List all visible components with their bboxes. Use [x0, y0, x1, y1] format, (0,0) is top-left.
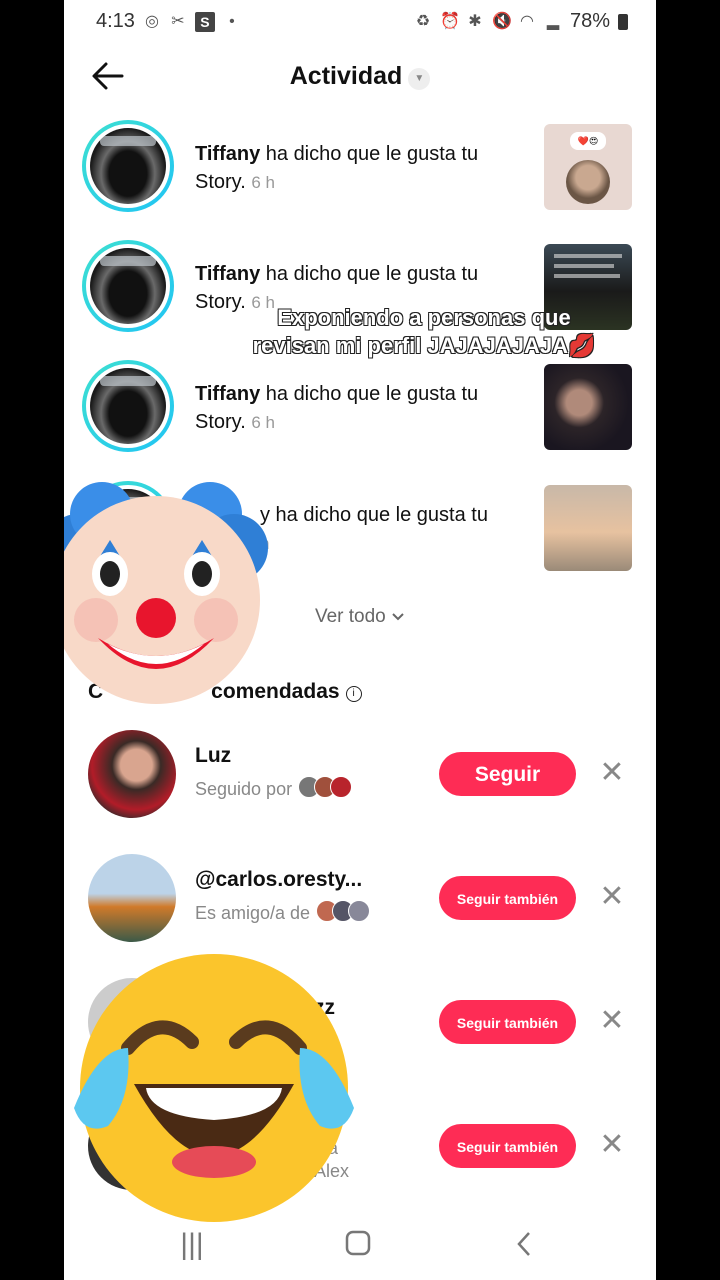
mute-icon: 🔇 [491, 12, 512, 30]
recent-apps-icon[interactable]: ||| [172, 1230, 212, 1260]
activity-text: Tiffany ha dicho que le gusta tu Story. … [195, 383, 479, 433]
face-with-tears-of-joy-emoji [68, 948, 360, 1230]
title-dropdown[interactable]: Actividad ▼ [64, 62, 656, 91]
follow-button[interactable]: Seguir [439, 752, 576, 796]
suggested-account-row[interactable]: Luz Seguido por Seguir ✕ [64, 730, 656, 830]
close-icon[interactable]: ✕ [599, 882, 625, 912]
alarm-icon: ⏰ [439, 12, 460, 30]
back-nav-icon[interactable] [504, 1230, 544, 1260]
activity-text: y ha dicho que le gusta tuh [260, 504, 488, 553]
bluetooth-icon: ✱ [468, 12, 482, 30]
home-icon[interactable] [338, 1230, 378, 1260]
story-avatar[interactable] [82, 360, 174, 452]
video-caption: Exponiendo a personas que revisan mi per… [252, 305, 596, 358]
activity-row[interactable]: Tiffany ha dicho que le gusta tu Story. … [64, 120, 656, 220]
follow-back-button[interactable]: Seguir también [439, 876, 576, 920]
story-thumbnail[interactable] [544, 364, 632, 450]
account-subtitle: Seguido por [195, 776, 353, 803]
avatar[interactable] [88, 730, 176, 818]
close-icon[interactable]: ✕ [599, 758, 625, 788]
dot-icon: • [229, 12, 235, 30]
wifi-icon: ◠ [519, 12, 534, 30]
account-subtitle: Es amigo/a de [195, 900, 371, 927]
battery-icon [618, 13, 628, 30]
header: Actividad ▼ [64, 44, 656, 110]
suggested-account-row[interactable]: @carlos.oresty... Es amigo/a de Seguir t… [64, 854, 656, 954]
status-time: 4:13 [96, 10, 135, 32]
battery-percent: 78% [569, 10, 610, 32]
follow-back-button[interactable]: Seguir también [439, 1000, 576, 1044]
avatar[interactable] [88, 854, 176, 942]
chevron-down-icon: ▼ [408, 68, 431, 90]
story-thumbnail[interactable]: ❤️😍 [544, 124, 632, 210]
status-bar: 4:13 ◎ ✂ S • ♻ ⏰ ✱ 🔇 ◠ ▂ 78% [64, 0, 656, 44]
phone-screen: 4:13 ◎ ✂ S • ♻ ⏰ ✱ 🔇 ◠ ▂ 78% Actividad▼ [64, 0, 656, 1280]
account-name: @carlos.oresty... [195, 868, 363, 891]
follow-back-button[interactable]: Seguir también [439, 1124, 576, 1168]
activity-text: Tiffany ha dicho que le gusta tu Story. … [195, 143, 479, 193]
clown-face-emoji [64, 478, 272, 710]
thumb-caption: ❤️😍 [570, 132, 606, 150]
activity-row[interactable]: Tiffany ha dicho que le gusta tu Story. … [64, 360, 656, 460]
close-icon[interactable]: ✕ [599, 1006, 625, 1036]
close-icon[interactable]: ✕ [599, 1130, 625, 1160]
signal-icon: ▂ [546, 12, 560, 30]
story-thumbnail[interactable] [544, 485, 632, 571]
account-name: Luz [195, 744, 232, 767]
app-badge-icon: S [194, 11, 215, 32]
story-avatar[interactable] [82, 240, 174, 332]
recycle-icon: ♻ [415, 12, 431, 30]
story-avatar[interactable] [82, 120, 174, 212]
info-icon[interactable]: i [345, 686, 362, 702]
chevron-down-icon [392, 613, 404, 621]
tools-icon: ✂ [171, 12, 185, 30]
whatsapp-icon: ◎ [144, 12, 159, 30]
page-title: Actividad [289, 62, 403, 90]
